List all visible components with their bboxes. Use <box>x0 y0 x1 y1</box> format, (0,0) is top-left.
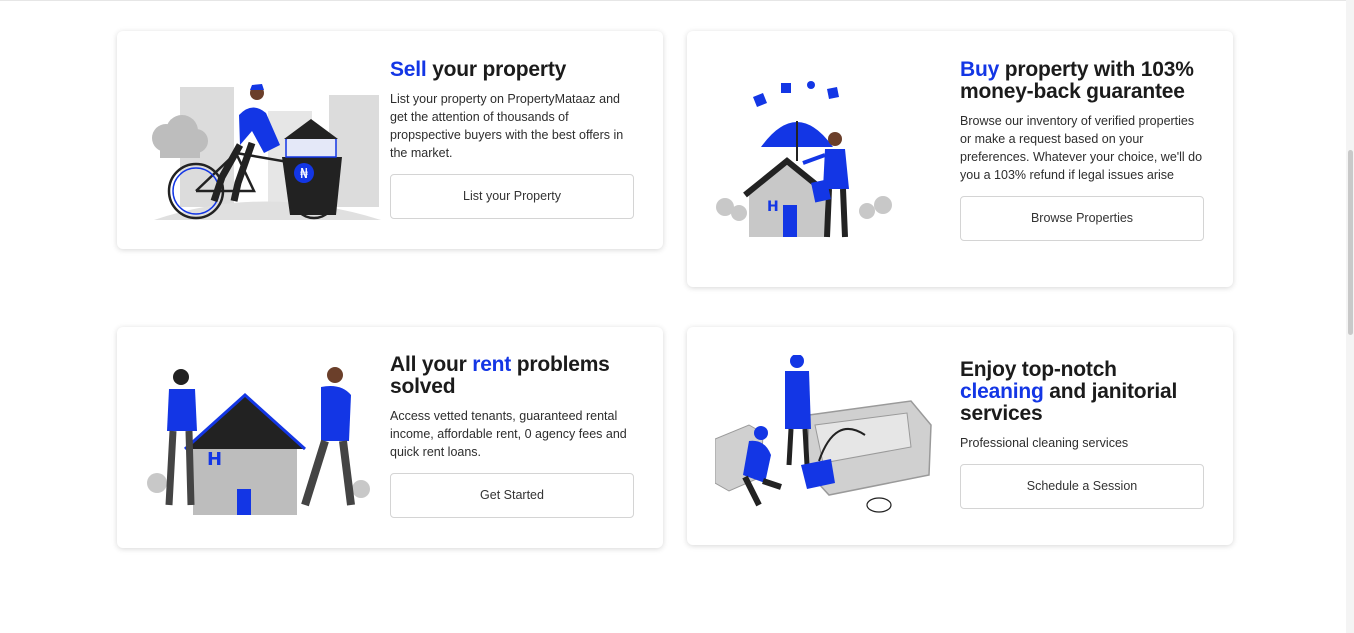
sell-property-title: Sell your property <box>390 58 567 81</box>
buy-property-card: H Buy property with 103% money-back guar… <box>687 31 1233 287</box>
sell-property-description: List your property on PropertyMataaz and… <box>390 92 624 160</box>
naira-symbol: ₦ <box>300 167 309 182</box>
rent-illustration: H <box>147 367 370 515</box>
schedule-session-button[interactable]: Schedule a Session <box>960 464 1204 509</box>
house-letter-h: H <box>767 199 779 215</box>
list-your-property-button[interactable]: List your Property <box>390 174 634 219</box>
cleaning-services-description: Professional cleaning services <box>960 436 1129 450</box>
scrollbar-thumb[interactable] <box>1348 150 1353 335</box>
sell-property-illustration: ₦ <box>152 84 381 220</box>
top-divider <box>0 0 1354 1</box>
sell-property-card: ₦ Sell your property List your property … <box>117 31 663 249</box>
browse-properties-button[interactable]: Browse Properties <box>960 196 1204 241</box>
buy-property-title: Buy property with 103% money-back guaran… <box>960 58 1194 103</box>
rent-problems-card: H All your rent problems solved Access v… <box>117 327 663 548</box>
buy-property-description: Browse our inventory of verified propert… <box>960 114 1203 182</box>
buy-property-illustration: H <box>716 81 892 238</box>
house-letters: H <box>207 449 222 470</box>
cleaning-services-title: Enjoy top-notch cleaning and janitorial … <box>960 358 1178 425</box>
get-started-button[interactable]: Get Started <box>390 473 634 518</box>
rent-problems-title: All your rent problems solved <box>390 353 610 398</box>
cleaning-illustration <box>715 355 932 513</box>
rent-problems-description: Access vetted tenants, guaranteed rental… <box>390 409 627 459</box>
page-scrollbar[interactable] <box>1346 0 1354 633</box>
cleaning-services-card: Enjoy top-notch cleaning and janitorial … <box>687 327 1233 545</box>
